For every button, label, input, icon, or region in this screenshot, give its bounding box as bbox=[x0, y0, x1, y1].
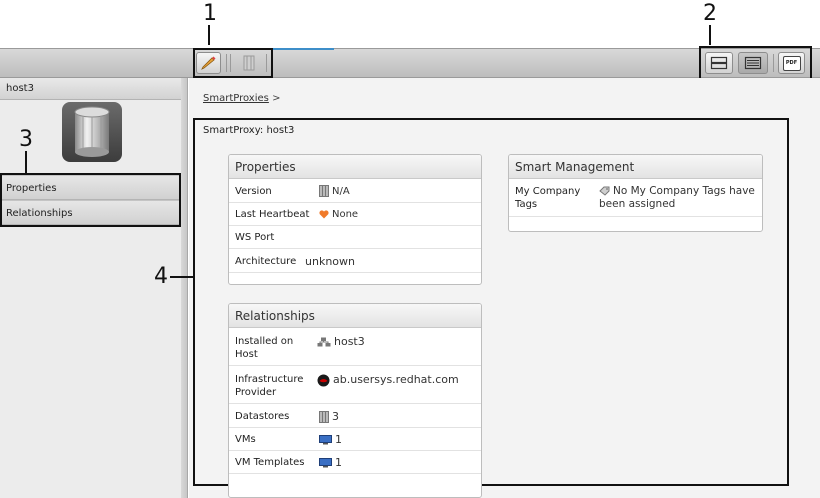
row-label: Datastores bbox=[235, 411, 290, 422]
datastore-icon bbox=[319, 411, 329, 423]
row-value: None bbox=[319, 208, 358, 221]
relationships-panel-title: Relationships bbox=[229, 304, 481, 328]
row-label: Last Heartbeat bbox=[235, 209, 310, 220]
toolbar-separator bbox=[773, 54, 774, 72]
table-row: My Company Tags No My Company Tags have … bbox=[509, 179, 762, 217]
toolbar bbox=[0, 48, 820, 78]
columns-icon bbox=[319, 185, 329, 197]
tags-value: No My Company Tags have been assigned bbox=[599, 185, 755, 210]
table-row[interactable]: Datastores 3 bbox=[229, 404, 481, 428]
sidebar-item-label: Properties bbox=[6, 183, 57, 194]
row-value: 1 bbox=[319, 433, 342, 446]
pdf-button[interactable]: PDF bbox=[778, 52, 805, 74]
callout-3: 3 bbox=[19, 127, 33, 152]
provider-value: ab.usersys.redhat.com bbox=[333, 373, 459, 386]
accent-line bbox=[268, 48, 334, 50]
columns-button[interactable] bbox=[236, 54, 262, 72]
sidebar-item-label: Relationships bbox=[6, 208, 73, 219]
row-label: Installed on Host bbox=[235, 336, 294, 360]
vm-templates-value: 1 bbox=[335, 456, 342, 469]
callout-3-line bbox=[25, 151, 27, 173]
callout-1-line bbox=[208, 25, 210, 45]
sidebar-title: host3 bbox=[0, 78, 181, 100]
table-row[interactable]: Infrastructure Provider ab.usersys.redha… bbox=[229, 366, 481, 404]
columns-icon bbox=[243, 55, 255, 71]
row-label: My Company Tags bbox=[515, 186, 581, 210]
row-label: Version bbox=[235, 186, 272, 197]
row-label: WS Port bbox=[235, 232, 275, 243]
toolbar-separator bbox=[266, 54, 267, 72]
row-value: ab.usersys.redhat.com bbox=[317, 373, 459, 387]
row-label: VMs bbox=[235, 434, 256, 445]
list-view-icon bbox=[744, 56, 762, 70]
heartbeat-value: None bbox=[332, 209, 359, 220]
tag-icon bbox=[599, 186, 610, 196]
vm-icon bbox=[319, 435, 332, 445]
version-value: N/A bbox=[332, 186, 350, 197]
sidebar-splitter[interactable] bbox=[181, 78, 188, 498]
table-row: Architecture unknown bbox=[229, 249, 481, 273]
edit-icon bbox=[200, 56, 215, 70]
row-value: N/A bbox=[319, 185, 350, 198]
row-value: 1 bbox=[319, 456, 342, 469]
callout-4: 4 bbox=[154, 264, 168, 289]
vm-icon bbox=[319, 458, 332, 468]
properties-panel: Properties Version N/A Last Heartbeat No… bbox=[228, 154, 482, 285]
table-row: Version N/A bbox=[229, 179, 481, 203]
pdf-icon: PDF bbox=[782, 55, 801, 71]
smart-management-panel-title: Smart Management bbox=[509, 155, 762, 179]
row-label: Infrastructure Provider bbox=[235, 374, 304, 398]
row-label: VM Templates bbox=[235, 457, 305, 468]
row-value: host3 bbox=[317, 335, 365, 348]
redhat-icon bbox=[317, 374, 330, 386]
table-row[interactable]: Installed on Host host3 bbox=[229, 328, 481, 366]
datastores-value: 3 bbox=[332, 410, 339, 423]
smart-management-panel: Smart Management My Company Tags No My C… bbox=[508, 154, 763, 232]
callout-1: 1 bbox=[203, 1, 217, 26]
table-row[interactable]: VM Templates 1 bbox=[229, 451, 481, 474]
toolbar-separator bbox=[230, 54, 231, 72]
breadcrumb-link[interactable]: SmartProxies bbox=[203, 93, 269, 104]
page-title: SmartProxy: host3 bbox=[203, 125, 295, 136]
edit-button[interactable] bbox=[196, 52, 221, 74]
host-value: host3 bbox=[334, 335, 365, 348]
row-value: unknown bbox=[305, 255, 355, 268]
toolbar-separator bbox=[226, 54, 227, 72]
callout-2-line bbox=[709, 25, 711, 45]
relationships-panel: Relationships Installed on Host host3 In… bbox=[228, 303, 482, 498]
table-row: Last Heartbeat None bbox=[229, 203, 481, 226]
vms-value: 1 bbox=[335, 433, 342, 446]
list-view-button[interactable] bbox=[738, 52, 768, 74]
sidebar-item-properties[interactable]: Properties bbox=[0, 175, 180, 200]
callout-2: 2 bbox=[703, 1, 717, 26]
table-row: WS Port bbox=[229, 226, 481, 249]
grid-view-icon bbox=[710, 56, 728, 70]
host-icon bbox=[317, 337, 331, 347]
breadcrumb: SmartProxies > bbox=[203, 93, 280, 104]
grid-view-button[interactable] bbox=[705, 52, 733, 74]
row-value: No My Company Tags have been assigned bbox=[599, 185, 759, 211]
database-icon bbox=[62, 102, 122, 162]
row-value: 3 bbox=[319, 410, 339, 423]
table-row[interactable]: VMs 1 bbox=[229, 428, 481, 451]
heart-icon bbox=[319, 209, 329, 218]
properties-panel-title: Properties bbox=[229, 155, 481, 179]
row-label: Architecture bbox=[235, 256, 297, 267]
breadcrumb-separator: > bbox=[272, 93, 281, 104]
sidebar-item-relationships[interactable]: Relationships bbox=[0, 200, 180, 225]
callout-4-line bbox=[170, 276, 193, 278]
